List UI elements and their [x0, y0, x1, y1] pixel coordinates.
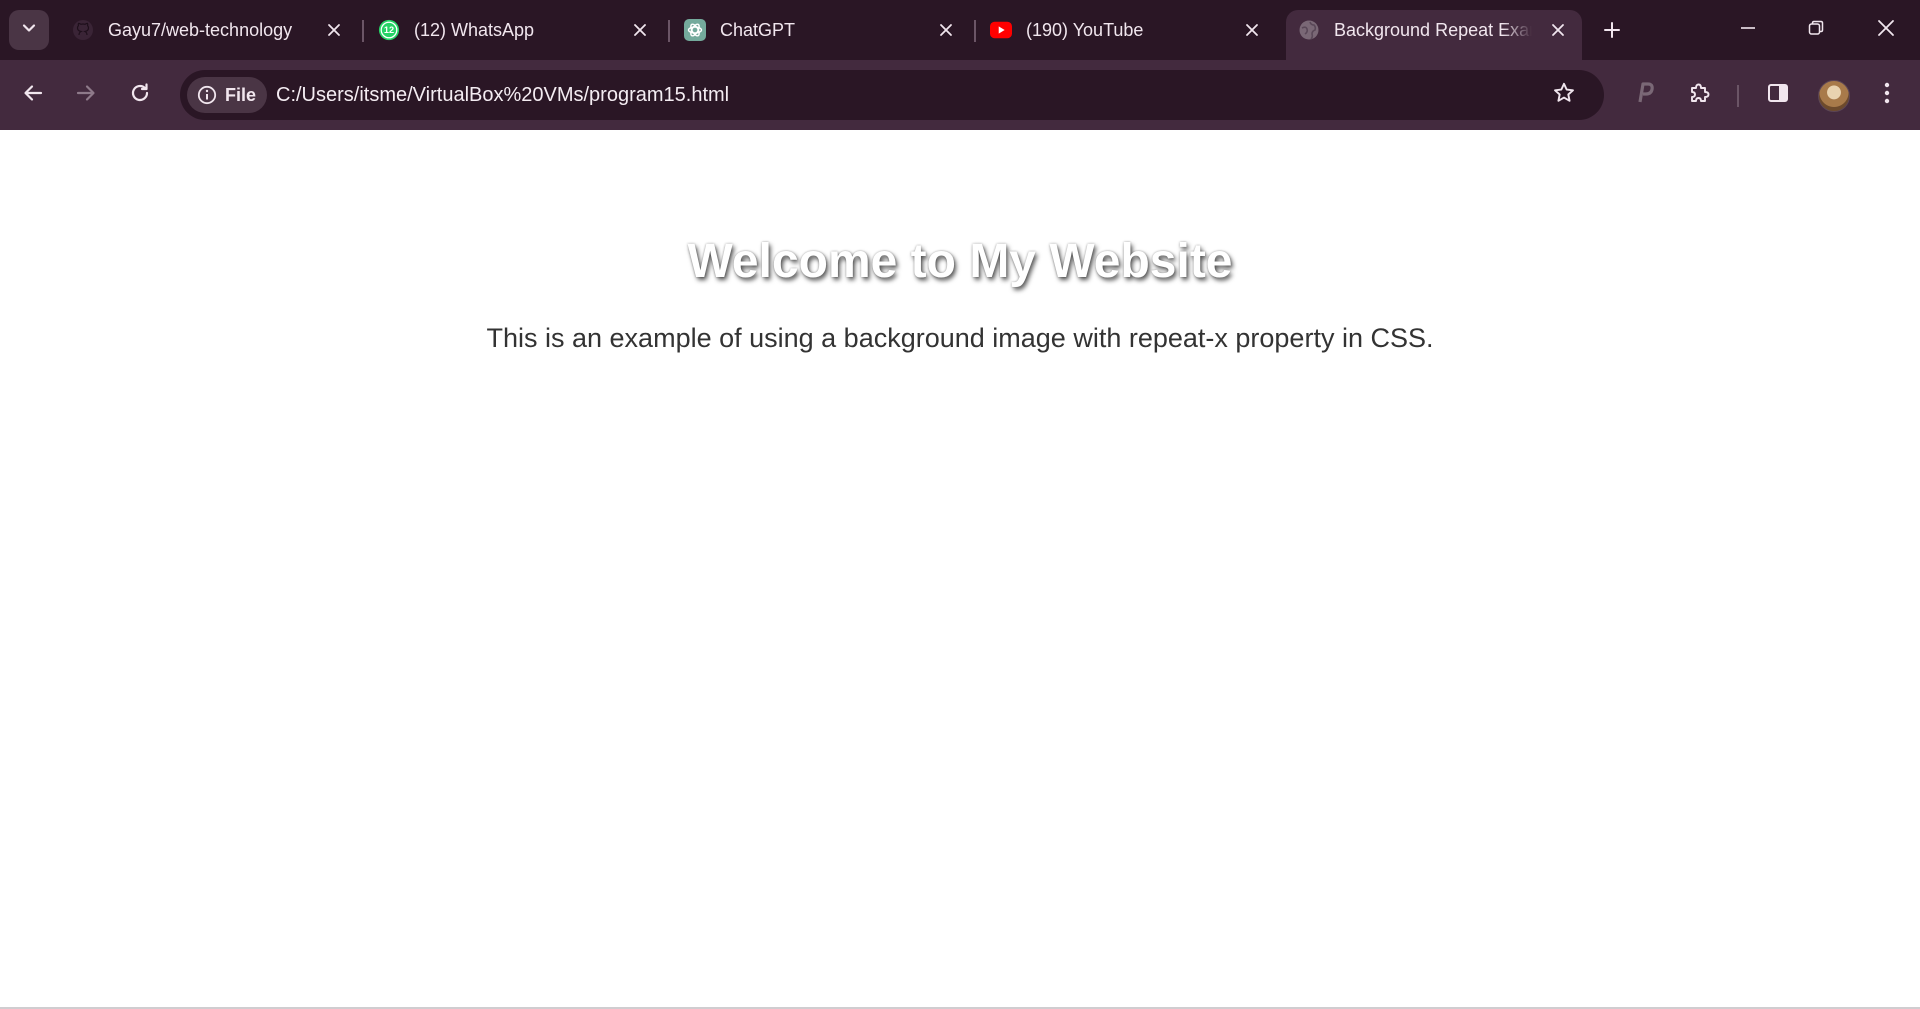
- bookmark-button[interactable]: [1544, 75, 1584, 115]
- chatgpt-icon: [684, 19, 706, 41]
- site-info-chip[interactable]: File: [187, 77, 267, 113]
- tab-strip: Gayu7/web-technology 12 (12) WhatsApp Ch…: [0, 0, 1920, 60]
- restore-icon: [1808, 20, 1824, 41]
- reload-icon: [129, 82, 151, 109]
- globe-icon: [1298, 19, 1320, 41]
- page-paragraph: This is an example of using a background…: [486, 323, 1434, 353]
- forward-button[interactable]: [66, 75, 106, 115]
- restore-button[interactable]: [1782, 0, 1850, 60]
- back-button[interactable]: [13, 75, 53, 115]
- close-tab-icon[interactable]: [630, 20, 650, 40]
- youtube-icon: [990, 19, 1012, 41]
- site-chip-label: File: [225, 84, 257, 105]
- tab-search-button[interactable]: [9, 10, 49, 50]
- star-icon: [1552, 81, 1576, 110]
- p-extension-icon: [1634, 81, 1656, 110]
- side-panel-icon: [1767, 82, 1789, 109]
- tab-title: Background Repeat Example: [1334, 20, 1532, 40]
- tab-title: Gayu7/web-technology: [108, 20, 293, 40]
- more-vertical-icon: [1884, 82, 1890, 109]
- new-tab-button[interactable]: [1594, 14, 1630, 50]
- tab-title: (190) YouTube: [1026, 20, 1144, 40]
- tab-separator: [974, 20, 976, 42]
- info-icon: [197, 85, 217, 105]
- tab-separator: [362, 20, 364, 42]
- profile-avatar[interactable]: [1818, 80, 1850, 112]
- menu-button[interactable]: [1867, 75, 1907, 115]
- github-icon: [72, 19, 94, 41]
- close-window-button[interactable]: [1852, 0, 1920, 60]
- tab-title: (12) WhatsApp: [414, 20, 535, 40]
- tab-whatsapp[interactable]: 12 (12) WhatsApp: [366, 10, 662, 50]
- whatsapp-badge: 12: [384, 25, 394, 35]
- tab-background-repeat[interactable]: Background Repeat Example: [1286, 10, 1582, 60]
- extension-p-button[interactable]: [1625, 75, 1665, 115]
- minimize-icon: [1740, 20, 1756, 41]
- page-content: Welcome to My Website This is an example…: [0, 130, 1920, 1009]
- reload-button[interactable]: [120, 75, 160, 115]
- tab-separator: [668, 20, 670, 42]
- arrow-left-icon: [22, 82, 44, 109]
- whatsapp-icon: 12: [378, 19, 400, 41]
- address-bar[interactable]: File C:/Users/itsme/VirtualBox%20VMs/pro…: [180, 70, 1604, 120]
- puzzle-icon: [1688, 81, 1712, 110]
- close-tab-icon[interactable]: [1242, 20, 1262, 40]
- chevron-down-icon: [20, 19, 38, 42]
- page-heading: Welcome to My Website: [687, 235, 1233, 288]
- tab-youtube[interactable]: (190) YouTube: [978, 10, 1274, 50]
- url-text[interactable]: C:/Users/itsme/VirtualBox%20VMs/program1…: [276, 84, 729, 106]
- close-tab-icon[interactable]: [936, 20, 956, 40]
- arrow-right-icon: [75, 82, 97, 109]
- close-icon: [1877, 19, 1895, 42]
- tab-title: ChatGPT: [720, 20, 796, 40]
- extensions-button[interactable]: [1680, 75, 1720, 115]
- minimize-button[interactable]: [1714, 0, 1782, 60]
- tab-github[interactable]: Gayu7/web-technology: [60, 10, 356, 50]
- close-tab-icon[interactable]: [324, 20, 344, 40]
- browser-window: Gayu7/web-technology 12 (12) WhatsApp Ch…: [0, 0, 1920, 1009]
- plus-icon: [1603, 21, 1621, 44]
- tab-chatgpt[interactable]: ChatGPT: [672, 10, 968, 50]
- toolbar-divider: [1737, 85, 1739, 107]
- toolbar: File C:/Users/itsme/VirtualBox%20VMs/pro…: [0, 60, 1920, 130]
- side-panel-button[interactable]: [1758, 75, 1798, 115]
- close-tab-icon[interactable]: [1548, 20, 1568, 40]
